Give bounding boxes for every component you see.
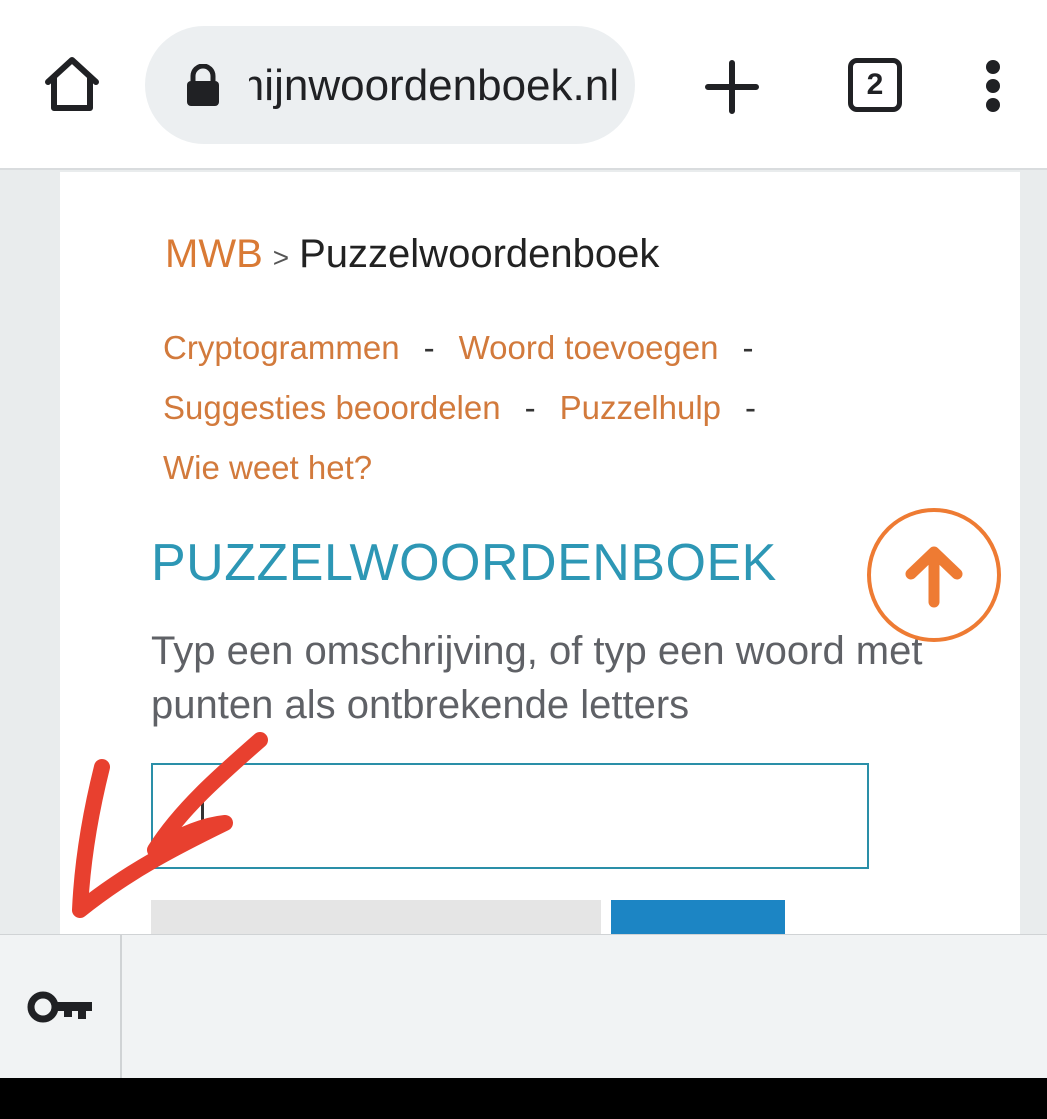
link-separator: -: [745, 389, 757, 426]
lock-icon: [185, 63, 221, 108]
breadcrumb-root-link[interactable]: MWB: [165, 232, 263, 276]
scroll-to-top-button[interactable]: [867, 508, 1001, 642]
link-cryptogrammen[interactable]: Cryptogrammen: [163, 329, 400, 366]
system-navigation-bar: [0, 1078, 1047, 1119]
link-separator: -: [423, 329, 435, 366]
search-instructions: Typ een omschrijving, of typ een woord m…: [151, 629, 923, 727]
url-text[interactable]: mijnwoordenboek.nl: [249, 56, 619, 116]
tab-switcher-icon[interactable]: 2: [848, 58, 902, 112]
breadcrumb-separator: >: [272, 242, 290, 273]
search-button[interactable]: [611, 900, 785, 934]
annotation-arrow-icon: [72, 732, 268, 918]
link-puzzelhulp[interactable]: Puzzelhulp: [560, 389, 721, 426]
more-vertical-icon[interactable]: [976, 56, 1016, 116]
breadcrumb-current: Puzzelwoordenboek: [299, 232, 660, 276]
link-wie-weet-het[interactable]: Wie weet het?: [163, 449, 372, 486]
link-suggesties-beoordelen[interactable]: Suggesties beoordelen: [163, 389, 501, 426]
breadcrumb: MWB > Puzzelwoordenboek: [165, 230, 659, 282]
address-bar[interactable]: mijnwoordenboek.nl: [145, 26, 635, 144]
page-title: PUZZELWOORDENBOEK: [151, 534, 777, 592]
link-woord-toevoegen[interactable]: Woord toevoegen: [459, 329, 719, 366]
arrow-up-icon: [905, 546, 963, 608]
link-separator: -: [524, 389, 536, 426]
home-icon[interactable]: [40, 52, 104, 116]
nav-links: Cryptogrammen - Woord toevoegen - Suggestie…: [163, 326, 923, 506]
link-separator: -: [742, 329, 754, 366]
key-icon[interactable]: [0, 935, 122, 1079]
keyboard-accessory-bar: [0, 934, 1047, 1079]
plus-icon[interactable]: [700, 55, 764, 119]
browser-toolbar: mijnwoordenboek.nl 2: [0, 0, 1047, 170]
